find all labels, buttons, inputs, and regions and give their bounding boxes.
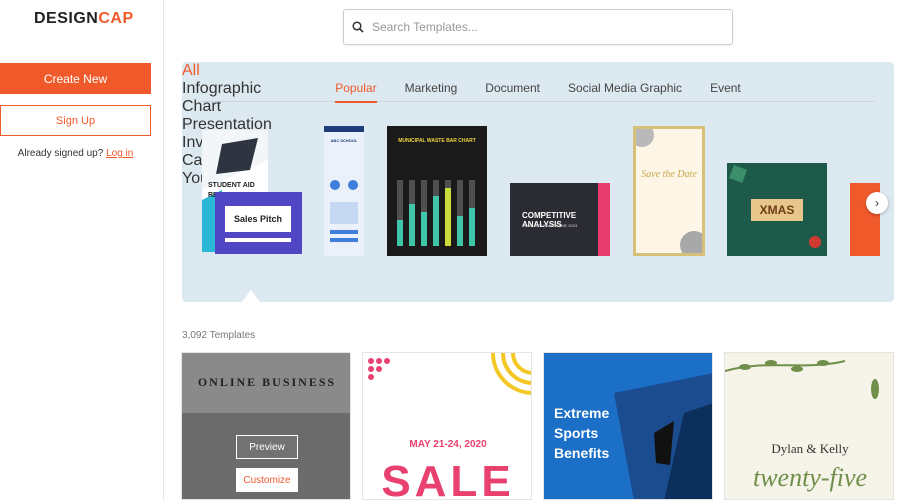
template-card[interactable]: ONLINE BUSINESS Preview Customize <box>181 352 351 500</box>
template-1-title: ONLINE BUSINESS <box>197 375 337 389</box>
app-window: DESIGNCAP Create New Sign Up Already sig… <box>0 0 900 500</box>
info-title: ABC SCHOOL <box>330 138 358 143</box>
search-bar[interactable] <box>343 9 733 45</box>
sales-pitch-label: Sales Pitch <box>225 206 291 232</box>
template-4-names: Dylan & Kelly <box>771 441 849 456</box>
template-card[interactable]: MAY 21-24, 2020 SALE <box>362 352 532 500</box>
category-label-presentation[interactable]: Presentation <box>182 116 894 134</box>
preview-button[interactable]: Preview <box>236 435 298 459</box>
info-dot-left <box>330 180 340 190</box>
selected-category-pointer <box>242 290 260 302</box>
tab-document[interactable]: Document <box>471 80 554 102</box>
invite-flower-bottom <box>680 231 702 253</box>
card-ornament <box>809 236 821 248</box>
signed-up-text: Already signed up? <box>17 148 104 159</box>
info-line-2 <box>330 238 358 242</box>
tab-marketing[interactable]: Marketing <box>391 80 472 102</box>
all-front-line <box>225 238 291 242</box>
template-card[interactable]: Dylan & Kelly twenty-five <box>724 352 894 500</box>
category-thumb-all-front[interactable]: Sales Pitch <box>215 192 302 254</box>
sidebar: DESIGNCAP Create New Sign Up Already sig… <box>0 0 164 500</box>
template-card[interactable]: Extreme Sports Benefits <box>543 352 713 500</box>
tab-popular[interactable]: Popular <box>321 80 390 103</box>
invite-flower-top <box>636 129 654 147</box>
pres-subtitle: YOUR COMPANY NAME 2024 <box>522 223 578 228</box>
category-thumb-infographic[interactable]: ABC SCHOOL <box>324 126 364 256</box>
search-input[interactable] <box>372 20 712 34</box>
all-back-title: STUDENT AID <box>208 182 255 189</box>
info-block <box>330 202 358 224</box>
template-4-sub: twenty-five <box>752 463 868 492</box>
info-top-bar <box>324 126 364 132</box>
category-label-invitation[interactable]: Invitation <box>182 134 894 152</box>
template-2-date: MAY 21-24, 2020 <box>409 439 487 450</box>
template-3-title: Extreme Sports Benefits <box>554 405 610 461</box>
template-2-sale: SALE <box>381 457 515 500</box>
create-new-button[interactable]: Create New <box>0 63 151 94</box>
category-label-all[interactable]: All <box>182 62 894 80</box>
card-leaf <box>729 165 747 183</box>
sign-up-button[interactable]: Sign Up <box>0 105 151 136</box>
category-thumb-presentation[interactable]: COMPETITIVE ANALYSIS YOUR COMPANY NAME 2… <box>510 183 610 256</box>
chart-thumb-bars <box>397 180 475 246</box>
chevron-right-icon: › <box>875 196 879 210</box>
brand-logo[interactable]: DESIGNCAP <box>34 10 134 28</box>
chart-thumb-title: MUNICIPAL WASTE BAR CHART <box>398 138 476 144</box>
category-thumb-invitation[interactable]: Save the Date <box>633 126 705 256</box>
category-tabs: Popular Marketing Document Social Media … <box>202 80 874 103</box>
card-title: XMAS <box>751 199 803 221</box>
invite-title: Save the Date <box>641 169 697 180</box>
category-thumb-chart[interactable]: MUNICIPAL WASTE BAR CHART <box>387 126 487 256</box>
customize-button[interactable]: Customize <box>236 468 298 492</box>
brand-name-right: CAP <box>98 10 134 27</box>
brand-name-left: DESIGN <box>34 10 99 27</box>
tab-social-media-graphic[interactable]: Social Media Graphic <box>554 80 696 102</box>
carousel-next-button[interactable]: › <box>866 192 888 214</box>
category-panel: Popular Marketing Document Social Media … <box>182 62 894 302</box>
category-thumb-card[interactable]: XMAS <box>727 163 827 256</box>
search-icon <box>352 21 364 33</box>
tab-event[interactable]: Event <box>696 80 755 102</box>
signed-up-prompt: Already signed up? Log in <box>0 148 151 159</box>
log-in-link[interactable]: Log in <box>106 148 133 159</box>
info-line-1 <box>330 230 358 234</box>
template-count: 3,092 Templates <box>182 330 256 341</box>
info-dot-right <box>348 180 358 190</box>
